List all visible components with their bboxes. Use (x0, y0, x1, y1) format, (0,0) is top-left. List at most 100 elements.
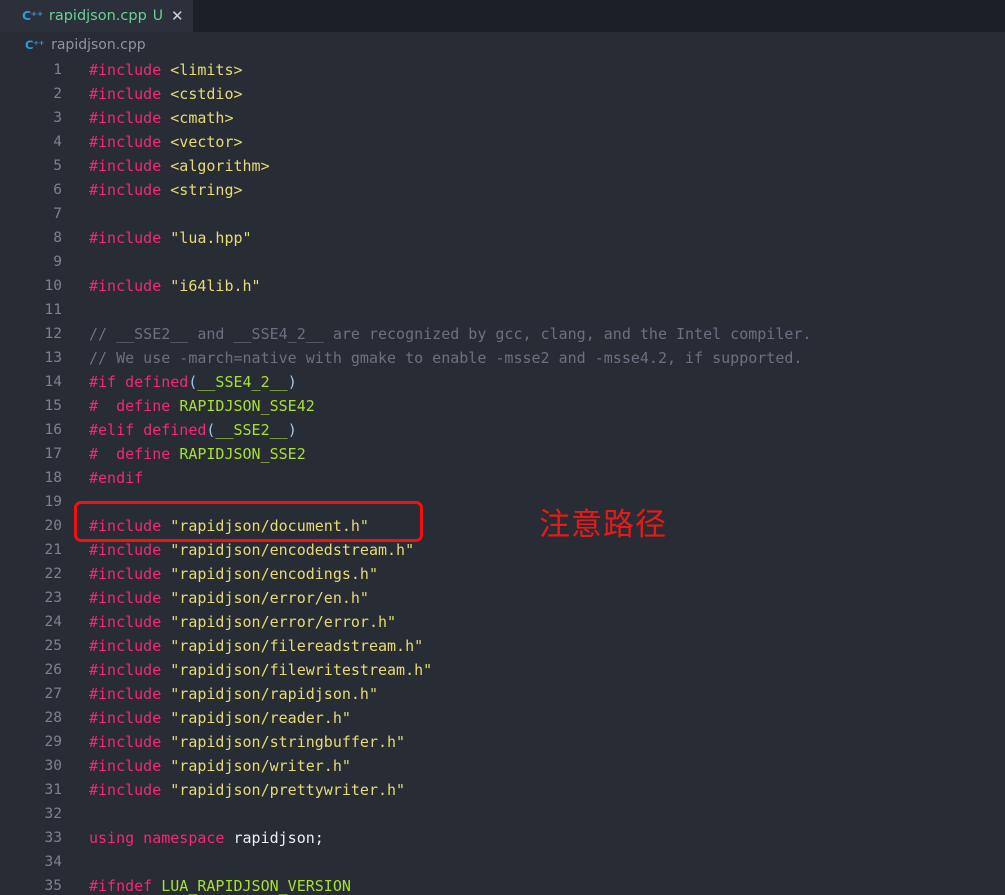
code-line[interactable]: 34 (0, 850, 1005, 874)
line-content: #include <vector> (89, 130, 243, 154)
code-line[interactable]: 6 #include <string> (0, 178, 1005, 202)
code-token: #include (89, 637, 171, 655)
code-line[interactable]: 18 #endif (0, 466, 1005, 490)
code-token: #include (89, 517, 171, 535)
code-line[interactable]: 35 #ifndef LUA_RAPIDJSON_VERSION (0, 874, 1005, 895)
code-token: "rapidjson/prettywriter.h" (170, 781, 406, 799)
code-token: "rapidjson/reader.h" (170, 709, 351, 727)
line-number: 5 (53, 158, 62, 174)
code-token: using namespace (89, 829, 234, 847)
code-line[interactable]: 27 #include "rapidjson/rapidjson.h" (0, 682, 1005, 706)
line-content: # define RAPIDJSON_SSE42 (89, 394, 315, 418)
code-line[interactable]: 17 # define RAPIDJSON_SSE2 (0, 442, 1005, 466)
cpp-file-icon: C⁺⁺ (25, 38, 45, 52)
code-line[interactable]: 9 (0, 250, 1005, 274)
line-number: 25 (44, 638, 62, 654)
code-token: "rapidjson/stringbuffer.h" (170, 733, 406, 751)
code-line[interactable]: 8 #include "lua.hpp" (0, 226, 1005, 250)
line-content: #include "rapidjson/writer.h" (89, 754, 351, 778)
line-number: 10 (44, 278, 62, 294)
line-number: 17 (44, 446, 62, 462)
code-line[interactable]: 26 #include "rapidjson/filewritestream.h" (0, 658, 1005, 682)
close-icon[interactable]: ✕ (171, 8, 184, 24)
line-content: #if defined(__SSE4_2__) (89, 370, 297, 394)
line-number: 3 (53, 110, 62, 126)
code-token: "rapidjson/filewritestream.h" (170, 661, 433, 679)
code-line[interactable]: 20 #include "rapidjson/document.h" (0, 514, 1005, 538)
line-number: 6 (53, 182, 62, 198)
line-number: 18 (44, 470, 62, 486)
line-content: // __SSE2__ and __SSE4_2__ are recognize… (89, 322, 811, 346)
code-editor[interactable]: 1 #include <limits> 2 #include <cstdio> 3 #in… (0, 58, 1005, 895)
tab-bar-empty-area (192, 0, 1005, 32)
line-number: 26 (44, 662, 62, 678)
code-line[interactable]: 7 (0, 202, 1005, 226)
code-token: #include (89, 661, 171, 679)
code-line[interactable]: 14 #if defined(__SSE4_2__) (0, 370, 1005, 394)
code-line[interactable]: 21 #include "rapidjson/encodedstream.h" (0, 538, 1005, 562)
code-token: #include (89, 565, 171, 583)
code-token: #include (89, 781, 171, 799)
code-line[interactable]: 33 using namespace rapidjson; (0, 826, 1005, 850)
code-token: "rapidjson/encodings.h" (170, 565, 378, 583)
line-content: #include "rapidjson/error/error.h" (89, 610, 396, 634)
code-token: # define (89, 445, 180, 463)
line-number: 2 (53, 86, 62, 102)
code-token: #include (89, 589, 171, 607)
code-token: #ifndef (89, 877, 162, 895)
breadcrumb[interactable]: C⁺⁺ rapidjson.cpp (0, 32, 1005, 58)
code-token: #include (89, 685, 171, 703)
line-content: #include "i64lib.h" (89, 274, 261, 298)
line-content: #include "lua.hpp" (89, 226, 252, 250)
line-content: #include "rapidjson/prettywriter.h" (89, 778, 405, 802)
editor-tab-bar: C⁺⁺ rapidjson.cpp U ✕ (0, 0, 1005, 32)
code-line[interactable]: 10 #include "i64lib.h" (0, 274, 1005, 298)
code-line[interactable]: 13 // We use -march=native with gmake to … (0, 346, 1005, 370)
code-line[interactable]: 15 # define RAPIDJSON_SSE42 (0, 394, 1005, 418)
code-token: RAPIDJSON_SSE42 (179, 397, 315, 415)
code-token: "rapidjson/document.h" (170, 517, 369, 535)
code-line[interactable]: 29 #include "rapidjson/stringbuffer.h" (0, 730, 1005, 754)
code-line[interactable]: 12 // __SSE2__ and __SSE4_2__ are recogni… (0, 322, 1005, 346)
code-token: #if (89, 373, 126, 391)
code-line[interactable]: 31 #include "rapidjson/prettywriter.h" (0, 778, 1005, 802)
code-line[interactable]: 2 #include <cstdio> (0, 82, 1005, 106)
line-content: #include <cmath> (89, 106, 234, 130)
code-line[interactable]: 23 #include "rapidjson/error/en.h" (0, 586, 1005, 610)
code-token: <cmath> (170, 109, 234, 127)
code-line[interactable]: 28 #include "rapidjson/reader.h" (0, 706, 1005, 730)
line-number: 32 (44, 806, 62, 822)
code-line[interactable]: 16 #elif defined(__SSE2__) (0, 418, 1005, 442)
line-content: #elif defined(__SSE2__) (89, 418, 297, 442)
code-line[interactable]: 5 #include <algorithm> (0, 154, 1005, 178)
code-token: #include (89, 229, 171, 247)
code-token: "rapidjson/error/error.h" (170, 613, 397, 631)
code-line[interactable]: 32 (0, 802, 1005, 826)
tab-rapidjson-cpp[interactable]: C⁺⁺ rapidjson.cpp U ✕ (0, 0, 193, 32)
code-line[interactable]: 19 (0, 490, 1005, 514)
code-token: "rapidjson/writer.h" (170, 757, 351, 775)
code-token: "rapidjson/encodedstream.h" (170, 541, 415, 559)
line-number: 16 (44, 422, 62, 438)
line-number: 9 (53, 254, 62, 270)
line-number: 19 (44, 494, 62, 510)
breadcrumb-label[interactable]: rapidjson.cpp (51, 37, 146, 53)
code-lines-container: 1 #include <limits> 2 #include <cstdio> 3 #in… (0, 58, 1005, 895)
code-token: #include (89, 181, 171, 199)
code-line[interactable]: 3 #include <cmath> (0, 106, 1005, 130)
code-token: "i64lib.h" (170, 277, 261, 295)
code-line[interactable]: 4 #include <vector> (0, 130, 1005, 154)
line-number: 34 (44, 854, 62, 870)
line-content: #include "rapidjson/encodings.h" (89, 562, 378, 586)
code-line[interactable]: 11 (0, 298, 1005, 322)
code-token: ) (287, 421, 297, 439)
code-line[interactable]: 24 #include "rapidjson/error/error.h" (0, 610, 1005, 634)
code-token: # define (89, 397, 180, 415)
code-line[interactable]: 30 #include "rapidjson/writer.h" (0, 754, 1005, 778)
line-content: #include "rapidjson/filereadstream.h" (89, 634, 423, 658)
code-line[interactable]: 1 #include <limits> (0, 58, 1005, 82)
code-line[interactable]: 25 #include "rapidjson/filereadstream.h" (0, 634, 1005, 658)
code-line[interactable]: 22 #include "rapidjson/encodings.h" (0, 562, 1005, 586)
line-content: # define RAPIDJSON_SSE2 (89, 442, 306, 466)
code-token: "lua.hpp" (170, 229, 252, 247)
